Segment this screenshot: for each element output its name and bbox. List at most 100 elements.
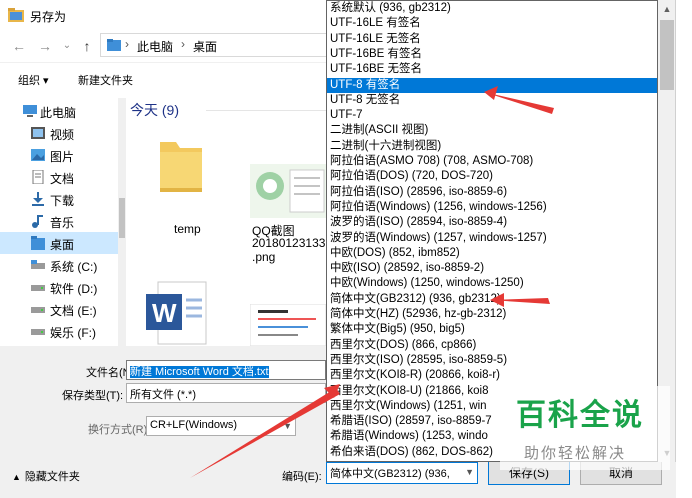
encoding-option[interactable]: UTF-16LE 有签名 [327,16,657,31]
encoding-option[interactable]: UTF-16BE 有签名 [327,47,657,62]
new-folder-button[interactable]: 新建文件夹 [78,72,133,88]
file-item-word-document[interactable]: W [140,280,226,346]
encoding-option[interactable]: 西里尔文(ISO) (28595, iso-8859-5) [327,353,657,368]
documents-folder-icon [30,169,46,185]
sidebar-item-drive-c[interactable]: 系统 (C:) [0,254,118,276]
watermark-subtitle: 助你轻松解决 [524,445,627,462]
encoding-option[interactable]: UTF-7 [327,108,657,123]
svg-text:W: W [152,298,177,328]
encoding-option[interactable]: 二进制(十六进制视图) [327,139,657,154]
encoding-option[interactable]: 阿拉伯语(Windows) (1256, windows-1256) [327,200,657,215]
file-view: 今天 (9) temp QQ截图 201801231331 .png W [126,98,330,346]
filename-value: 新建 Microsoft Word 文档.txt [130,366,269,378]
address-bar[interactable]: › 此电脑 › 桌面 [100,33,330,57]
encoding-option[interactable]: 阿拉伯语(ISO) (28596, iso-8859-6) [327,185,657,200]
sidebar-item-documents[interactable]: 文档 [0,166,118,188]
organize-button[interactable]: 组织 ▾ [18,72,49,88]
save-type-label: 保存类型(T): [62,390,124,402]
scrollbar-thumb[interactable] [660,20,674,90]
desktop-folder-icon [30,236,46,250]
file-name-line-2: 201801231331 [252,236,330,250]
sidebar-item-label: 下载 [50,194,75,208]
encoding-option[interactable]: 西里尔文(DOS) (866, cp866) [327,338,657,353]
file-name: temp [174,222,201,236]
encoding-option[interactable]: 二进制(ASCII 视图) [327,123,657,138]
encoding-option[interactable]: 阿拉伯语(ASMO 708) (708, ASMO-708) [327,154,657,169]
encoding-option[interactable]: 波罗的语(ISO) (28594, iso-8859-4) [327,215,657,230]
encoding-option[interactable]: 系统默认 (936, gb2312) [327,1,657,16]
command-bar: 组织 ▾ 新建文件夹 [0,62,330,92]
drive-icon [30,324,46,338]
sidebar-item-label: 系统 (C:) [50,260,98,274]
forward-arrow-icon[interactable]: → [36,37,54,55]
window-title: 另存为 [30,10,67,24]
folder-icon [156,134,206,197]
hide-folders-toggle[interactable]: ▲ 隐藏文件夹 [12,468,80,484]
breadcrumb-separator: › [125,37,129,51]
encoding-option[interactable]: UTF-16LE 无签名 [327,32,657,47]
file-name-line-3: .png [252,250,276,264]
filename-input[interactable]: 新建 Microsoft Word 文档.txt [126,360,326,380]
sidebar-item-drive-d[interactable]: 软件 (D:) [0,276,118,298]
group-header-today[interactable]: 今天 (9) [130,100,179,120]
save-dialog-icon [8,8,24,22]
scrollbar-thumb[interactable] [119,198,125,238]
file-item-qq-screenshot[interactable]: QQ截图 201801231331 .png [246,160,330,270]
encoding-option[interactable]: 繁体中文(Big5) (950, big5) [327,322,657,337]
file-item-temp[interactable]: temp [146,130,226,240]
drive-icon [30,258,46,272]
recent-locations-chevron-icon[interactable]: ⌄ [58,37,76,55]
encoding-option[interactable]: 中欧(DOS) (852, ibm852) [327,246,657,261]
sidebar-item-desktop[interactable]: 桌面 [0,232,118,254]
breadcrumb-separator: › [181,37,185,51]
line-break-value: CR+LF(Windows) [150,419,238,431]
breadcrumb-desktop[interactable]: 桌面 [193,38,217,55]
window-edge [676,0,692,498]
encoding-option[interactable]: 波罗的语(Windows) (1257, windows-1257) [327,231,657,246]
encoding-option[interactable]: UTF-8 有签名 [327,77,657,93]
sidebar-item-label: 文档 [50,172,75,186]
encoding-option[interactable]: 简体中文(HZ) (52936, hz-gb-2312) [327,307,657,322]
sidebar-item-videos[interactable]: 视频 [0,122,118,144]
back-arrow-icon[interactable]: ← [10,37,28,55]
sidebar-item-this-pc[interactable]: 此电脑 [0,100,118,122]
breadcrumb-this-pc[interactable]: 此电脑 [137,38,173,55]
sidebar-item-drive-e[interactable]: 文档 (E:) [0,298,118,320]
encoding-option[interactable]: 中欧(ISO) (28592, iso-8859-2) [327,261,657,276]
up-arrow-icon[interactable]: ↑ [78,37,96,55]
encoding-option[interactable]: 西里尔文(KOI8-R) (20866, koi8-r) [327,368,657,383]
encoding-option[interactable]: UTF-16BE 无签名 [327,62,657,77]
encoding-label: 编码(E): [282,471,322,483]
save-type-value: 所有文件 (*.*) [130,389,196,401]
navigation-pane: 此电脑 视频 图片 文档 下载 音乐 桌面 系统 (C:) 软件 (D:) 文档… [0,98,118,346]
download-folder-icon [30,192,46,206]
scroll-up-icon[interactable]: ▲ [658,0,676,18]
chevron-down-icon: ▼ [283,421,292,431]
file-item-document-preview[interactable] [249,303,330,346]
encoding-value: 简体中文(GB2312) (936, [330,468,450,480]
sidebar-item-label: 软件 (D:) [50,282,98,296]
chevron-up-icon: ▲ [12,472,21,482]
encoding-option[interactable]: 中欧(Windows) (1250, windows-1250) [327,276,657,291]
sidebar-item-drive-f[interactable]: 娱乐 (F:) [0,320,118,342]
watermark-logo: 百科全说 助你轻松解决 [500,386,670,470]
encoding-option[interactable]: 简体中文(GB2312) (936, gb2312) [327,292,657,307]
computer-icon [22,104,38,118]
encoding-option[interactable]: UTF-8 无签名 [327,93,657,108]
word-document-icon: W [144,280,210,346]
save-type-select[interactable]: 所有文件 (*.*) [126,383,326,403]
hide-folders-label: 隐藏文件夹 [24,471,80,483]
sidebar-item-label: 视频 [50,128,75,142]
group-divider [206,110,326,111]
encoding-option[interactable]: 阿拉伯语(DOS) (720, DOS-720) [327,169,657,184]
watermark-title: 百科全说 [516,399,644,432]
image-thumbnail-icon [250,164,328,221]
sidebar-item-label: 文档 (E:) [50,304,97,318]
sidebar-item-pictures[interactable]: 图片 [0,144,118,166]
sidebar-item-label: 音乐 [50,216,75,230]
line-break-select[interactable]: CR+LF(Windows) ▼ [146,416,296,436]
encoding-select[interactable]: 简体中文(GB2312) (936, ▼ [326,462,478,484]
sidebar-item-downloads[interactable]: 下载 [0,188,118,210]
sidebar-item-music[interactable]: 音乐 [0,210,118,232]
navigation-pane-scrollbar[interactable] [118,98,126,346]
